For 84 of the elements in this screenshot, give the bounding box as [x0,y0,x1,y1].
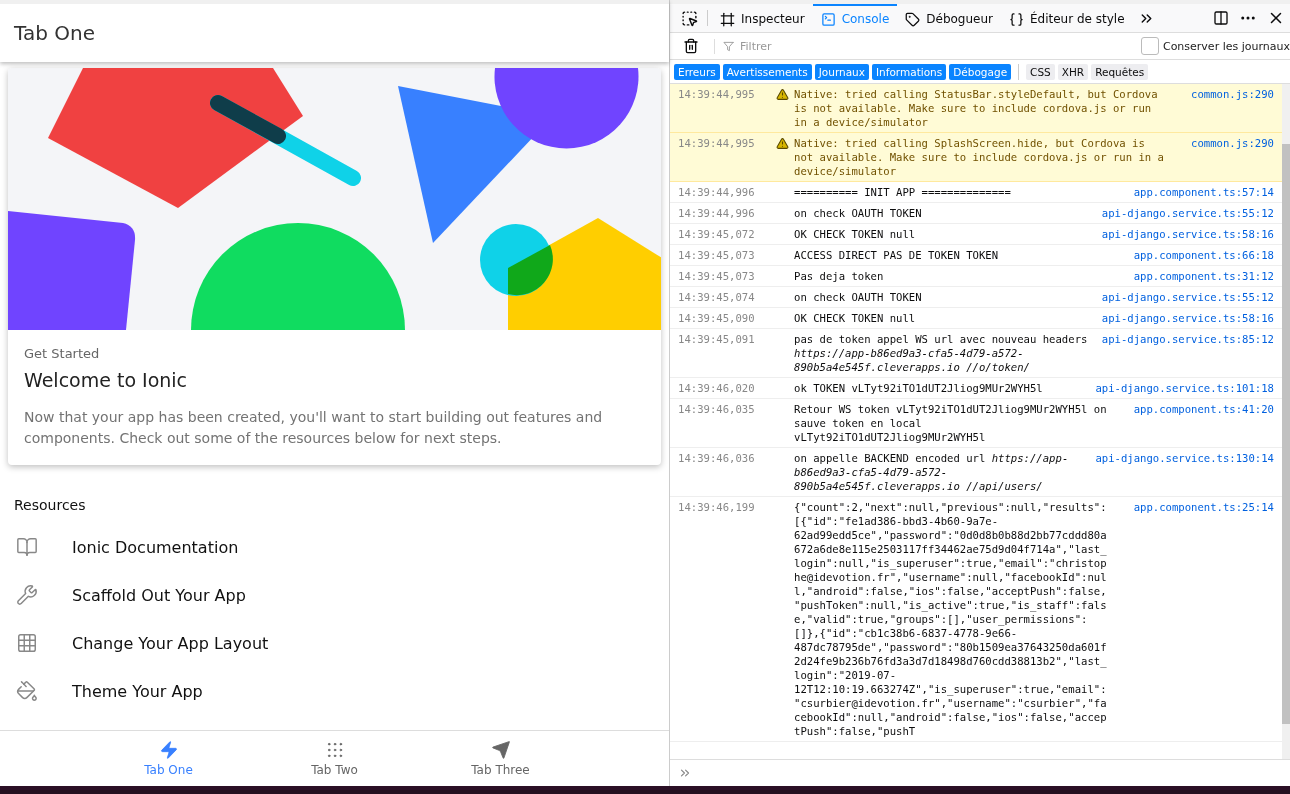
warning-icon [776,88,789,101]
timestamp: 14:39:44,995 [678,136,756,150]
card-title: Welcome to Ionic [24,369,189,391]
log-message: pas de token appel WS url avec nouveau headers https://app-b86ed9a3-cfa5-4d79-a572-890b5a4e545f.cleverapps.io //o/token/ [794,332,1089,374]
source-link[interactable]: api-django.service.ts:55:12 [1095,290,1274,304]
log-message: on check OAUTH TOKEN [794,290,923,304]
lightning-icon [158,740,179,760]
log-message: on check OAUTH TOKEN [794,206,923,220]
scrollbar-thumb[interactable] [1282,144,1290,724]
filter-field[interactable]: Filtrer [738,38,938,54]
log-message: Retour WS token vLTyt92iTO1dUT2Jliog9MUr2WYH5l on sauve token en local vLTyt92iTO1dUT2Jliog9MUr2WYH5l [794,402,1108,444]
timestamp: 14:39:46,020 [678,381,756,395]
log-message: ========== INIT APP ============== [794,185,1012,199]
checkbox-label: Conserver les journaux [1162,39,1290,53]
source-link[interactable]: app.component.ts:41:20 [1127,402,1274,416]
devtools-tab[interactable]: Inspecteur [712,4,813,32]
log-message: on appelle BACKEND encoded url https://app-b86ed9a3-cfa5-4d79-a572-890b5a4e545f.cleverapps.io //api/users/ [794,451,1070,493]
source-link[interactable]: app.component.ts:31:12 [1127,269,1274,283]
devtools-tab[interactable]: Éditeur de style [1001,4,1133,32]
paint-bucket-icon [16,680,38,702]
timestamp: 14:39:45,072 [678,227,756,241]
section-heading: Resources [13,496,87,515]
filter-toggle[interactable]: Requêtes [1091,63,1149,80]
grid-icon [16,632,38,654]
timestamp: 14:39:46,199 [678,500,756,514]
terminal-icon [820,11,836,27]
source-link[interactable]: common.js:290 [1185,136,1274,150]
log-message: Native: tried calling SplashScreen.hide, but Cordova is not available. Make sure to include cordova.js or run in a device/simulator [794,136,1165,178]
log-message: OK CHECK TOKEN null [794,311,917,325]
filter-toggle[interactable]: Débogage [949,63,1012,80]
log-message: Pas deja token [794,269,885,283]
filter-toggle[interactable]: Avertissements [722,63,812,80]
source-link[interactable]: api-django.service.ts:101:18 [1089,381,1274,395]
card-text: Now that your app has been created, you'll want to start building out features and components. Check out some of the resources below for next steps. [24,408,604,448]
timestamp: 14:39:45,073 [678,248,756,262]
log-message: ACCESS DIRECT PAS DE TOKEN TOKEN [794,248,1000,262]
filter-icon [723,40,734,52]
source-link[interactable]: app.component.ts:66:18 [1127,248,1274,262]
timestamp: 14:39:45,090 [678,311,756,325]
paper-plane-icon [490,740,511,760]
timestamp: 14:39:44,996 [678,185,756,199]
book-icon [16,536,38,558]
log-message: {"count":2,"next":null,"previous":null,"results":[{"id":"fe1ad386-bbd3-4b60-9a7e-62ad99edd5ce","password":"0d0d8b0b88d2bb77cddd80a672a6de8e115e2503117ff34462ae75d9d04f714a","last_login":null,"is_superuser":true,"email":"christophe@idevotion.fr","username":null,"facebookId":null,"android":false,"ios":false,"acceptPush":false,"pushToken":null,"is_active":true,"is_staff":false,"valid":true,"groups":[],"user_permissions":[]},{"id":"cb1c38b6-6837-4778-9e66-487dc78795de","password":"80b1509ea37643250da601f2d24fe9b236b76fd3a3d7d18498d760cdd38813b2","last_login":"2019-07-12T12:10:19.663274Z","is_superuser":true,"email":"csurbier@idevotion.fr","username":"csurbier","facebookId":null,"android":false,"ios":false,"acceptPush":false,"pushT [794,500,1108,738]
card-subtitle: Get Started [24,346,101,361]
filter-toggle[interactable]: Erreurs [674,63,720,80]
source-link[interactable]: common.js:290 [1185,87,1274,101]
tag-icon [905,11,921,27]
source-link[interactable]: api-django.service.ts:58:16 [1095,227,1274,241]
resource-item[interactable]: Theme Your App [0,667,669,715]
filter-toggle[interactable]: CSS [1026,63,1055,80]
timestamp: 14:39:46,035 [678,402,756,416]
devtools-tab[interactable]: Console [812,4,898,32]
log-message: OK CHECK TOKEN null [794,227,917,241]
timestamp: 14:39:45,074 [678,290,756,304]
resource-item[interactable]: Ionic Documentation [0,523,669,571]
timestamp: 14:39:45,091 [678,332,756,346]
source-link[interactable]: api-django.service.ts:55:12 [1095,206,1274,220]
timestamp: 14:39:46,036 [678,451,756,465]
checkbox[interactable] [1140,37,1159,55]
source-link[interactable]: app.component.ts:57:14 [1127,185,1274,199]
source-link[interactable]: api-django.service.ts:85:12 [1095,332,1274,346]
filter-toggle[interactable]: XHR [1057,63,1089,80]
page-title: Tab One [0,0,669,62]
wrench-icon [16,584,38,606]
log-message: Native: tried calling StatusBar.styleDefault, but Cordova is not available. Make sure to include cordova.js or run in a device/simulator [794,87,1159,129]
filter-toggle[interactable]: Informations [871,63,947,80]
resource-item[interactable]: Scaffold Out Your App [0,571,669,619]
warning-icon [776,137,789,150]
tab-button[interactable]: Tab One [85,731,252,786]
prompt-icon [678,766,692,780]
timestamp: 14:39:44,996 [678,206,756,220]
source-link[interactable]: api-django.service.ts:58:16 [1095,311,1274,325]
frame-icon [720,11,735,27]
devtools-tab[interactable]: Débogueur [897,4,1001,32]
timestamp: 14:39:45,073 [678,269,756,283]
filter-toggle[interactable]: Journaux [814,63,869,80]
timestamp: 14:39:44,995 [678,87,756,101]
source-link[interactable]: api-django.service.ts:130:14 [1089,451,1274,465]
braces-icon [1009,11,1024,27]
source-link[interactable]: app.component.ts:25:14 [1127,500,1274,514]
tab-button[interactable]: Tab Two [251,731,418,786]
resource-item[interactable]: Change Your App Layout [0,619,669,667]
tab-button[interactable]: Tab Three [417,731,584,786]
log-message: ok TOKEN vLTyt92iTO1dUT2Jliog9MUr2WYH5l [794,381,1044,395]
